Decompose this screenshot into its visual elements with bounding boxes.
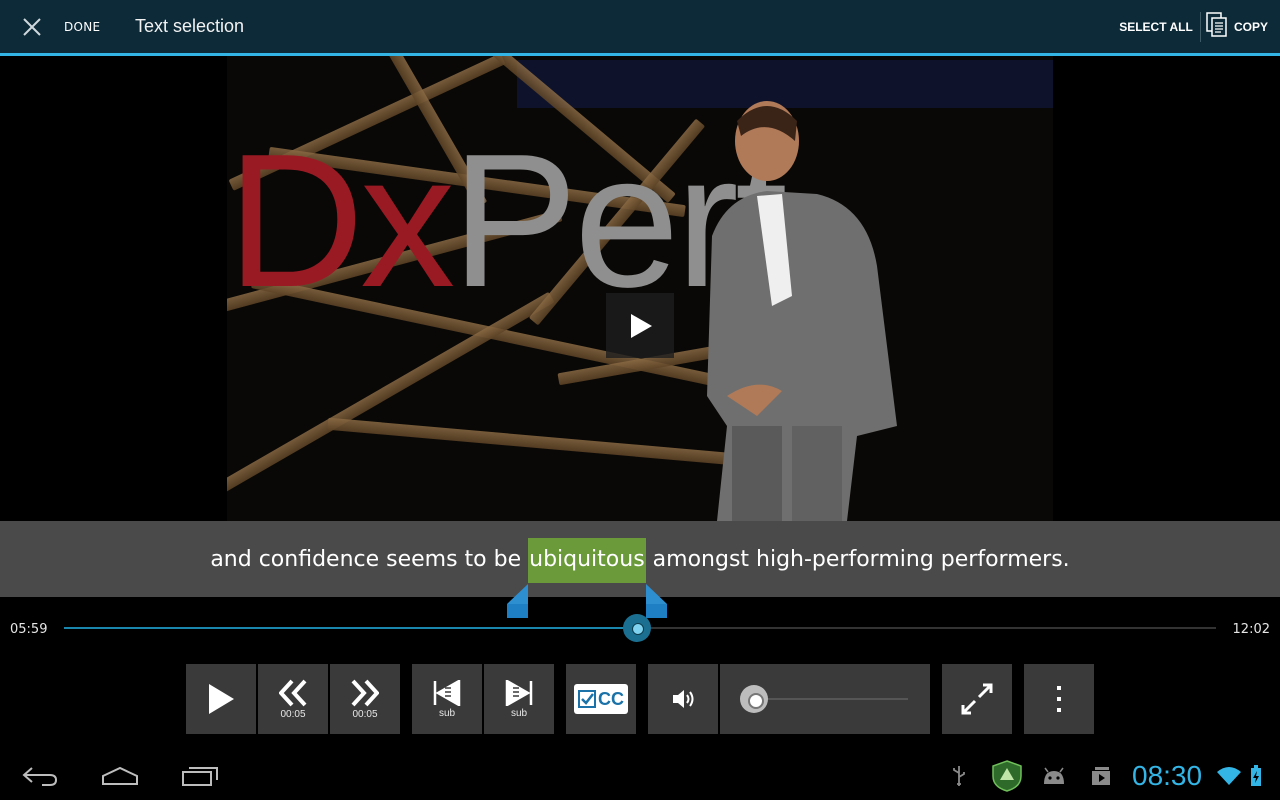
next-subtitle-label: sub [510,707,528,719]
subtitle-text[interactable]: and confidence seems to be ubiquitous am… [210,537,1070,583]
cc-label: CC [598,688,624,709]
volume-slider[interactable] [720,664,930,734]
usb-icon [946,752,972,800]
action-divider [1200,12,1201,42]
overflow-menu-button[interactable] [1024,664,1094,734]
progress-fill [64,627,637,629]
seek-bar: 05:59 12:02 [0,608,1280,648]
subtitle-bar[interactable]: and confidence seems to be ubiquitous am… [0,521,1280,597]
done-button[interactable]: DONE [0,0,112,53]
selected-word[interactable]: ubiquitous [528,537,646,583]
closed-captions-button[interactable]: CC [566,664,636,734]
next-subtitle-button[interactable]: sub [484,664,554,734]
subtitle-after: amongst high-performing performers. [645,546,1070,572]
previous-subtitle-label: sub [438,707,456,719]
volume-knob[interactable] [740,685,768,713]
play-button[interactable] [186,664,256,734]
forward-label: 00:05 [352,708,378,720]
android-debug-icon [1040,752,1068,800]
progress-thumb[interactable] [622,614,651,642]
wifi-icon [1214,752,1244,800]
battery-icon [1246,752,1266,800]
copy-icon [1206,12,1228,41]
rewind-button[interactable]: 00:05 [258,664,328,734]
clock: 08:30 [1132,760,1203,791]
security-shield-icon [990,752,1024,800]
page-title: Text selection [135,16,245,36]
done-label: DONE [64,19,101,34]
fast-forward-icon [351,679,379,706]
fullscreen-button[interactable] [942,664,1012,734]
play-overlay-button[interactable] [606,293,674,358]
play-icon [209,684,234,714]
current-time: 05:59 [10,622,48,637]
recent-apps-icon [182,767,218,786]
mute-button[interactable] [648,664,718,734]
previous-subtitle-button[interactable]: sub [412,664,482,734]
more-vertical-icon [1057,686,1061,712]
speaker-figure [707,101,897,521]
forward-button[interactable]: 00:05 [330,664,400,734]
fullscreen-icon [961,683,993,715]
rewind-icon [279,679,307,706]
volume-icon [673,690,694,708]
next-subtitle-icon [505,679,533,706]
video-frame: DxPert [227,56,1053,521]
back-button[interactable] [10,752,70,800]
action-bar: DONE Text selection SELECT ALL COPY [0,0,1280,56]
checkbox-checked-icon [578,690,596,708]
copy-label: COPY [1234,19,1269,34]
close-icon [0,0,64,53]
home-button[interactable] [90,752,150,800]
system-navigation-bar: 08:30 [0,752,1280,800]
copy-button[interactable]: COPY [1206,0,1280,53]
volume-track[interactable] [744,698,908,700]
video-viewport[interactable]: DxPert [0,56,1280,521]
select-all-button[interactable]: SELECT ALL [1112,0,1200,53]
closed-captions-icon: CC [574,684,628,714]
subtitle-before: and confidence seems to be [210,546,529,572]
play-icon [631,313,652,338]
back-icon [22,767,58,786]
recent-apps-button[interactable] [170,752,230,800]
total-time: 12:02 [1232,622,1270,637]
media-player-notification-icon [1088,752,1116,800]
rewind-label: 00:05 [280,708,306,720]
home-icon [102,766,138,785]
previous-subtitle-icon [433,679,461,706]
